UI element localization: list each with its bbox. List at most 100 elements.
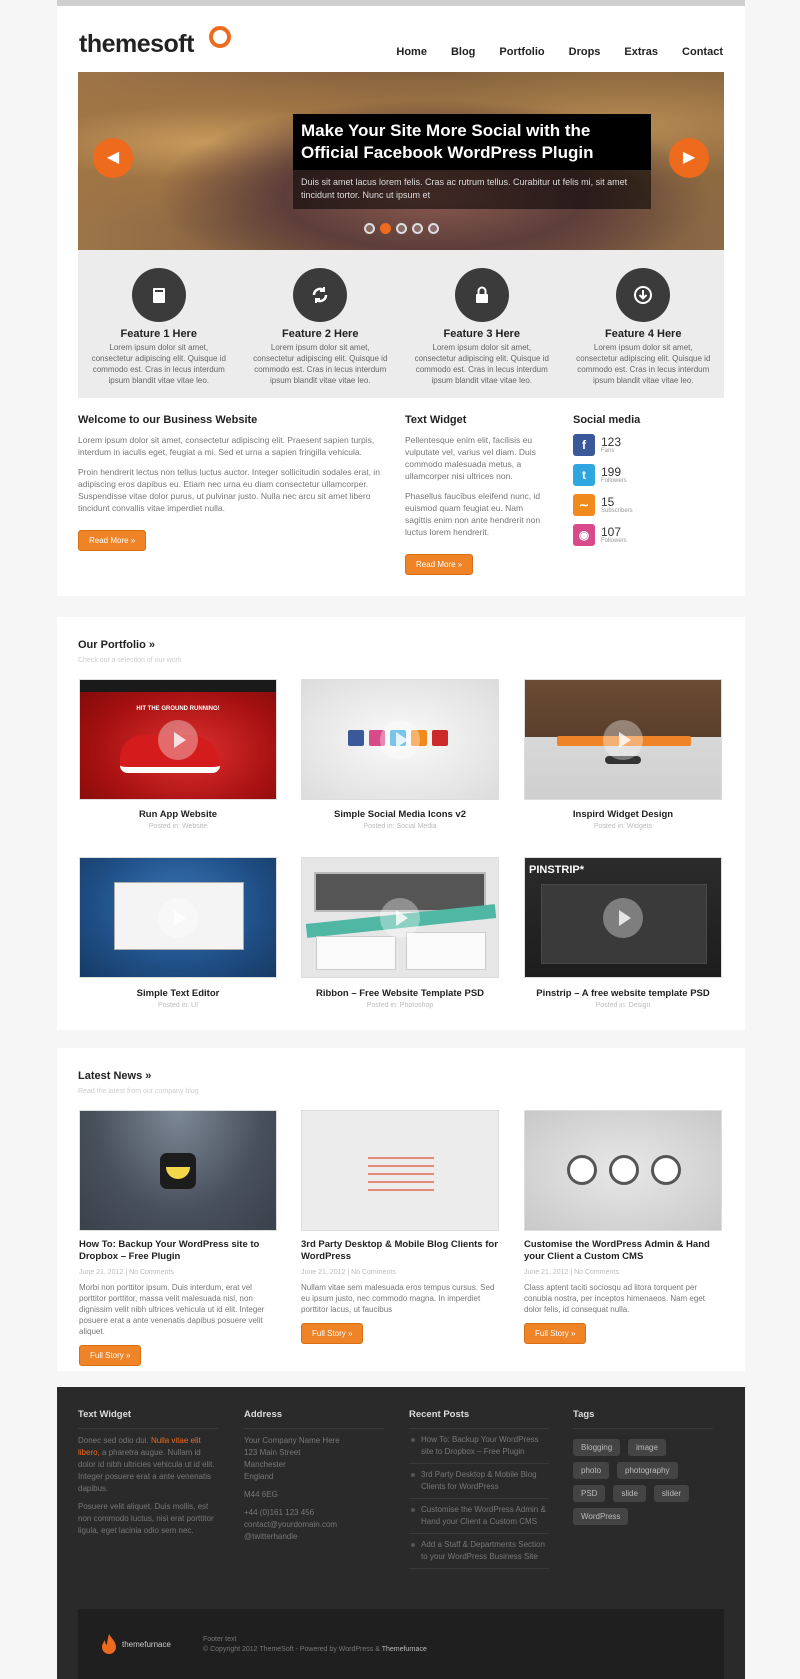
read-more-button[interactable]: Read More » xyxy=(78,530,147,551)
footer-text-widget-title: Text Widget xyxy=(78,1409,218,1429)
portfolio-thumb[interactable] xyxy=(301,857,499,978)
footer-copyright: Footer text © Copyright 2012 ThemeSoft -… xyxy=(203,1636,427,1653)
nav-home[interactable]: Home xyxy=(396,46,427,58)
welcome-section: Welcome to our Business Website Lorem ip… xyxy=(78,414,380,551)
main-nav: Home Blog Portfolio Drops Extras Contact xyxy=(396,46,723,58)
play-icon xyxy=(158,719,198,760)
full-story-button[interactable]: Full Story » xyxy=(524,1323,587,1344)
tag[interactable]: PSD xyxy=(573,1485,606,1502)
arrow-right-icon[interactable]: ▶ xyxy=(669,138,709,178)
footer-text-paragraph-2: Posuere velit aliquet. Duis mollis, est … xyxy=(78,1502,214,1535)
slider-dot-active[interactable] xyxy=(380,223,391,234)
portfolio-item-meta: Posted in: Website xyxy=(148,823,208,830)
recent-post-link[interactable]: Add a Staff & Departments Section to you… xyxy=(409,1534,549,1569)
features-strip: Feature 1 Here Lorem ipsum dolor sit ame… xyxy=(78,250,724,398)
news-thumb[interactable] xyxy=(79,1110,277,1231)
slider-dot[interactable] xyxy=(412,223,423,234)
read-more-button[interactable]: Read More » xyxy=(405,554,474,575)
slider-dot[interactable] xyxy=(428,223,439,234)
footer-address-title: Address xyxy=(244,1409,384,1429)
address-postcode: M44 6EG xyxy=(244,1490,278,1499)
address-email[interactable]: contact@yourdomain.com xyxy=(244,1519,384,1531)
footer-address: Address Your Company Name Here 123 Main … xyxy=(244,1409,384,1543)
news-title[interactable]: Latest News » xyxy=(78,1070,151,1082)
portfolio-item-title[interactable]: Simple Social Media Icons v2 xyxy=(301,809,499,820)
slider-dots xyxy=(364,223,439,234)
full-story-button[interactable]: Full Story » xyxy=(79,1345,142,1366)
feature-text: Lorem ipsum dolor sit amet, consectetur … xyxy=(253,343,388,385)
footer-recent-posts-title: Recent Posts xyxy=(409,1409,549,1429)
arrow-left-icon[interactable]: ◀ xyxy=(93,138,133,178)
play-icon xyxy=(603,719,643,760)
slider-dot[interactable] xyxy=(364,223,375,234)
welcome-title: Welcome to our Business Website xyxy=(78,414,258,426)
portfolio-thumb[interactable] xyxy=(79,857,277,978)
nav-drops[interactable]: Drops xyxy=(569,46,601,58)
tag[interactable]: slide xyxy=(613,1485,646,1502)
address-line: Your Company Name Here xyxy=(244,1436,340,1445)
thumb-brand: PINSTRIP* xyxy=(529,864,585,876)
nav-blog[interactable]: Blog xyxy=(451,46,475,58)
portfolio-caption: Ribbon – Free Website Template PSD Poste… xyxy=(301,988,499,1009)
recent-post-link[interactable]: Customise the WordPress Admin & Hand you… xyxy=(409,1499,549,1534)
portfolio-thumb[interactable]: PINSTRIP* xyxy=(524,857,722,978)
portfolio-thumb[interactable] xyxy=(524,679,722,800)
nav-contact[interactable]: Contact xyxy=(682,46,723,58)
address-line: England xyxy=(244,1472,274,1481)
feature-text: Lorem ipsum dolor sit amet, consectetur … xyxy=(91,343,226,385)
tag[interactable]: photo xyxy=(573,1462,610,1479)
footer-logo[interactable]: themefurnace xyxy=(100,1633,171,1655)
footer-text: Footer text xyxy=(203,1636,237,1643)
feature-title: Feature 4 Here xyxy=(605,328,682,340)
slide-text: Duis sit amet lacus lorem felis. Cras ac… xyxy=(301,177,628,200)
rss-icon: ∼ xyxy=(573,494,595,516)
portfolio-item-title[interactable]: Inspird Widget Design xyxy=(524,809,722,820)
tag-cloud: Blogging image photo photography PSD sli… xyxy=(573,1439,703,1525)
social-media: Social media f 123 Fans t 199 Followers ∼ … xyxy=(573,414,713,546)
nav-extras[interactable]: Extras xyxy=(624,46,658,58)
recent-post-link[interactable]: 3rd Party Desktop & Mobile Blog Clients … xyxy=(409,1464,549,1499)
portfolio-item-title[interactable]: Simple Text Editor xyxy=(79,988,277,999)
feature-title: Feature 1 Here xyxy=(120,328,197,340)
social-item[interactable]: f 123 Fans xyxy=(573,434,713,456)
news-item-meta: June 21, 2012 | No Comments xyxy=(524,1269,619,1276)
dribbble-icon: ◉ xyxy=(573,524,595,546)
address-twitter[interactable]: @twitterhandle xyxy=(244,1531,384,1543)
download-icon xyxy=(616,268,671,322)
feature-text: Lorem ipsum dolor sit amet, consectetur … xyxy=(576,343,711,385)
social-item[interactable]: ◉ 107 Followers xyxy=(573,524,713,546)
portfolio-item-meta: Posted in: Photoshop xyxy=(366,1002,434,1009)
news-thumb[interactable] xyxy=(301,1110,499,1231)
news-item-title[interactable]: How To: Backup Your WordPress site to Dr… xyxy=(79,1239,277,1263)
social-label: Subscribers xyxy=(601,508,633,514)
news-thumb[interactable] xyxy=(524,1110,722,1231)
news-item-title[interactable]: 3rd Party Desktop & Mobile Blog Clients … xyxy=(301,1239,499,1263)
portfolio-thumb[interactable]: HIT THE GROUND RUNNING! xyxy=(79,679,277,800)
social-item[interactable]: t 199 Followers xyxy=(573,464,713,486)
recent-post-link[interactable]: How To: Backup Your WordPress site to Dr… xyxy=(409,1429,549,1464)
social-title: Social media xyxy=(573,414,641,426)
portfolio-item-title[interactable]: Pinstrip – A free website template PSD xyxy=(524,988,722,999)
portfolio-title[interactable]: Our Portfolio » xyxy=(78,639,155,651)
tag[interactable]: slider xyxy=(653,1485,690,1502)
footer-text-widget: Text Widget Donec sed odio dui. Nulla vi… xyxy=(78,1409,218,1537)
slider-dot[interactable] xyxy=(396,223,407,234)
tag[interactable]: WordPress xyxy=(573,1508,629,1525)
tag[interactable]: Blogging xyxy=(573,1439,621,1456)
tag[interactable]: image xyxy=(628,1439,666,1456)
tag[interactable]: photography xyxy=(617,1462,678,1479)
news-item-title[interactable]: Customise the WordPress Admin & Hand you… xyxy=(524,1239,722,1263)
portfolio-caption: Inspird Widget Design Posted in: Widgets xyxy=(524,809,722,830)
portfolio-item-title[interactable]: Run App Website xyxy=(79,809,277,820)
site-logo[interactable]: themesoft xyxy=(79,30,194,59)
facebook-icon: f xyxy=(573,434,595,456)
news-item: 3rd Party Desktop & Mobile Blog Clients … xyxy=(301,1110,499,1344)
social-item[interactable]: ∼ 15 Subscribers xyxy=(573,494,713,516)
full-story-button[interactable]: Full Story » xyxy=(301,1323,364,1344)
thumb-tagline: HIT THE GROUND RUNNING! xyxy=(136,706,220,712)
themefurnace-link[interactable]: Themefurnace xyxy=(382,1646,427,1653)
nav-portfolio[interactable]: Portfolio xyxy=(499,46,544,58)
portfolio-item-title[interactable]: Ribbon – Free Website Template PSD xyxy=(301,988,499,999)
portfolio-thumb[interactable] xyxy=(301,679,499,800)
feature-4: Feature 4 Here Lorem ipsum dolor sit ame… xyxy=(563,250,725,398)
